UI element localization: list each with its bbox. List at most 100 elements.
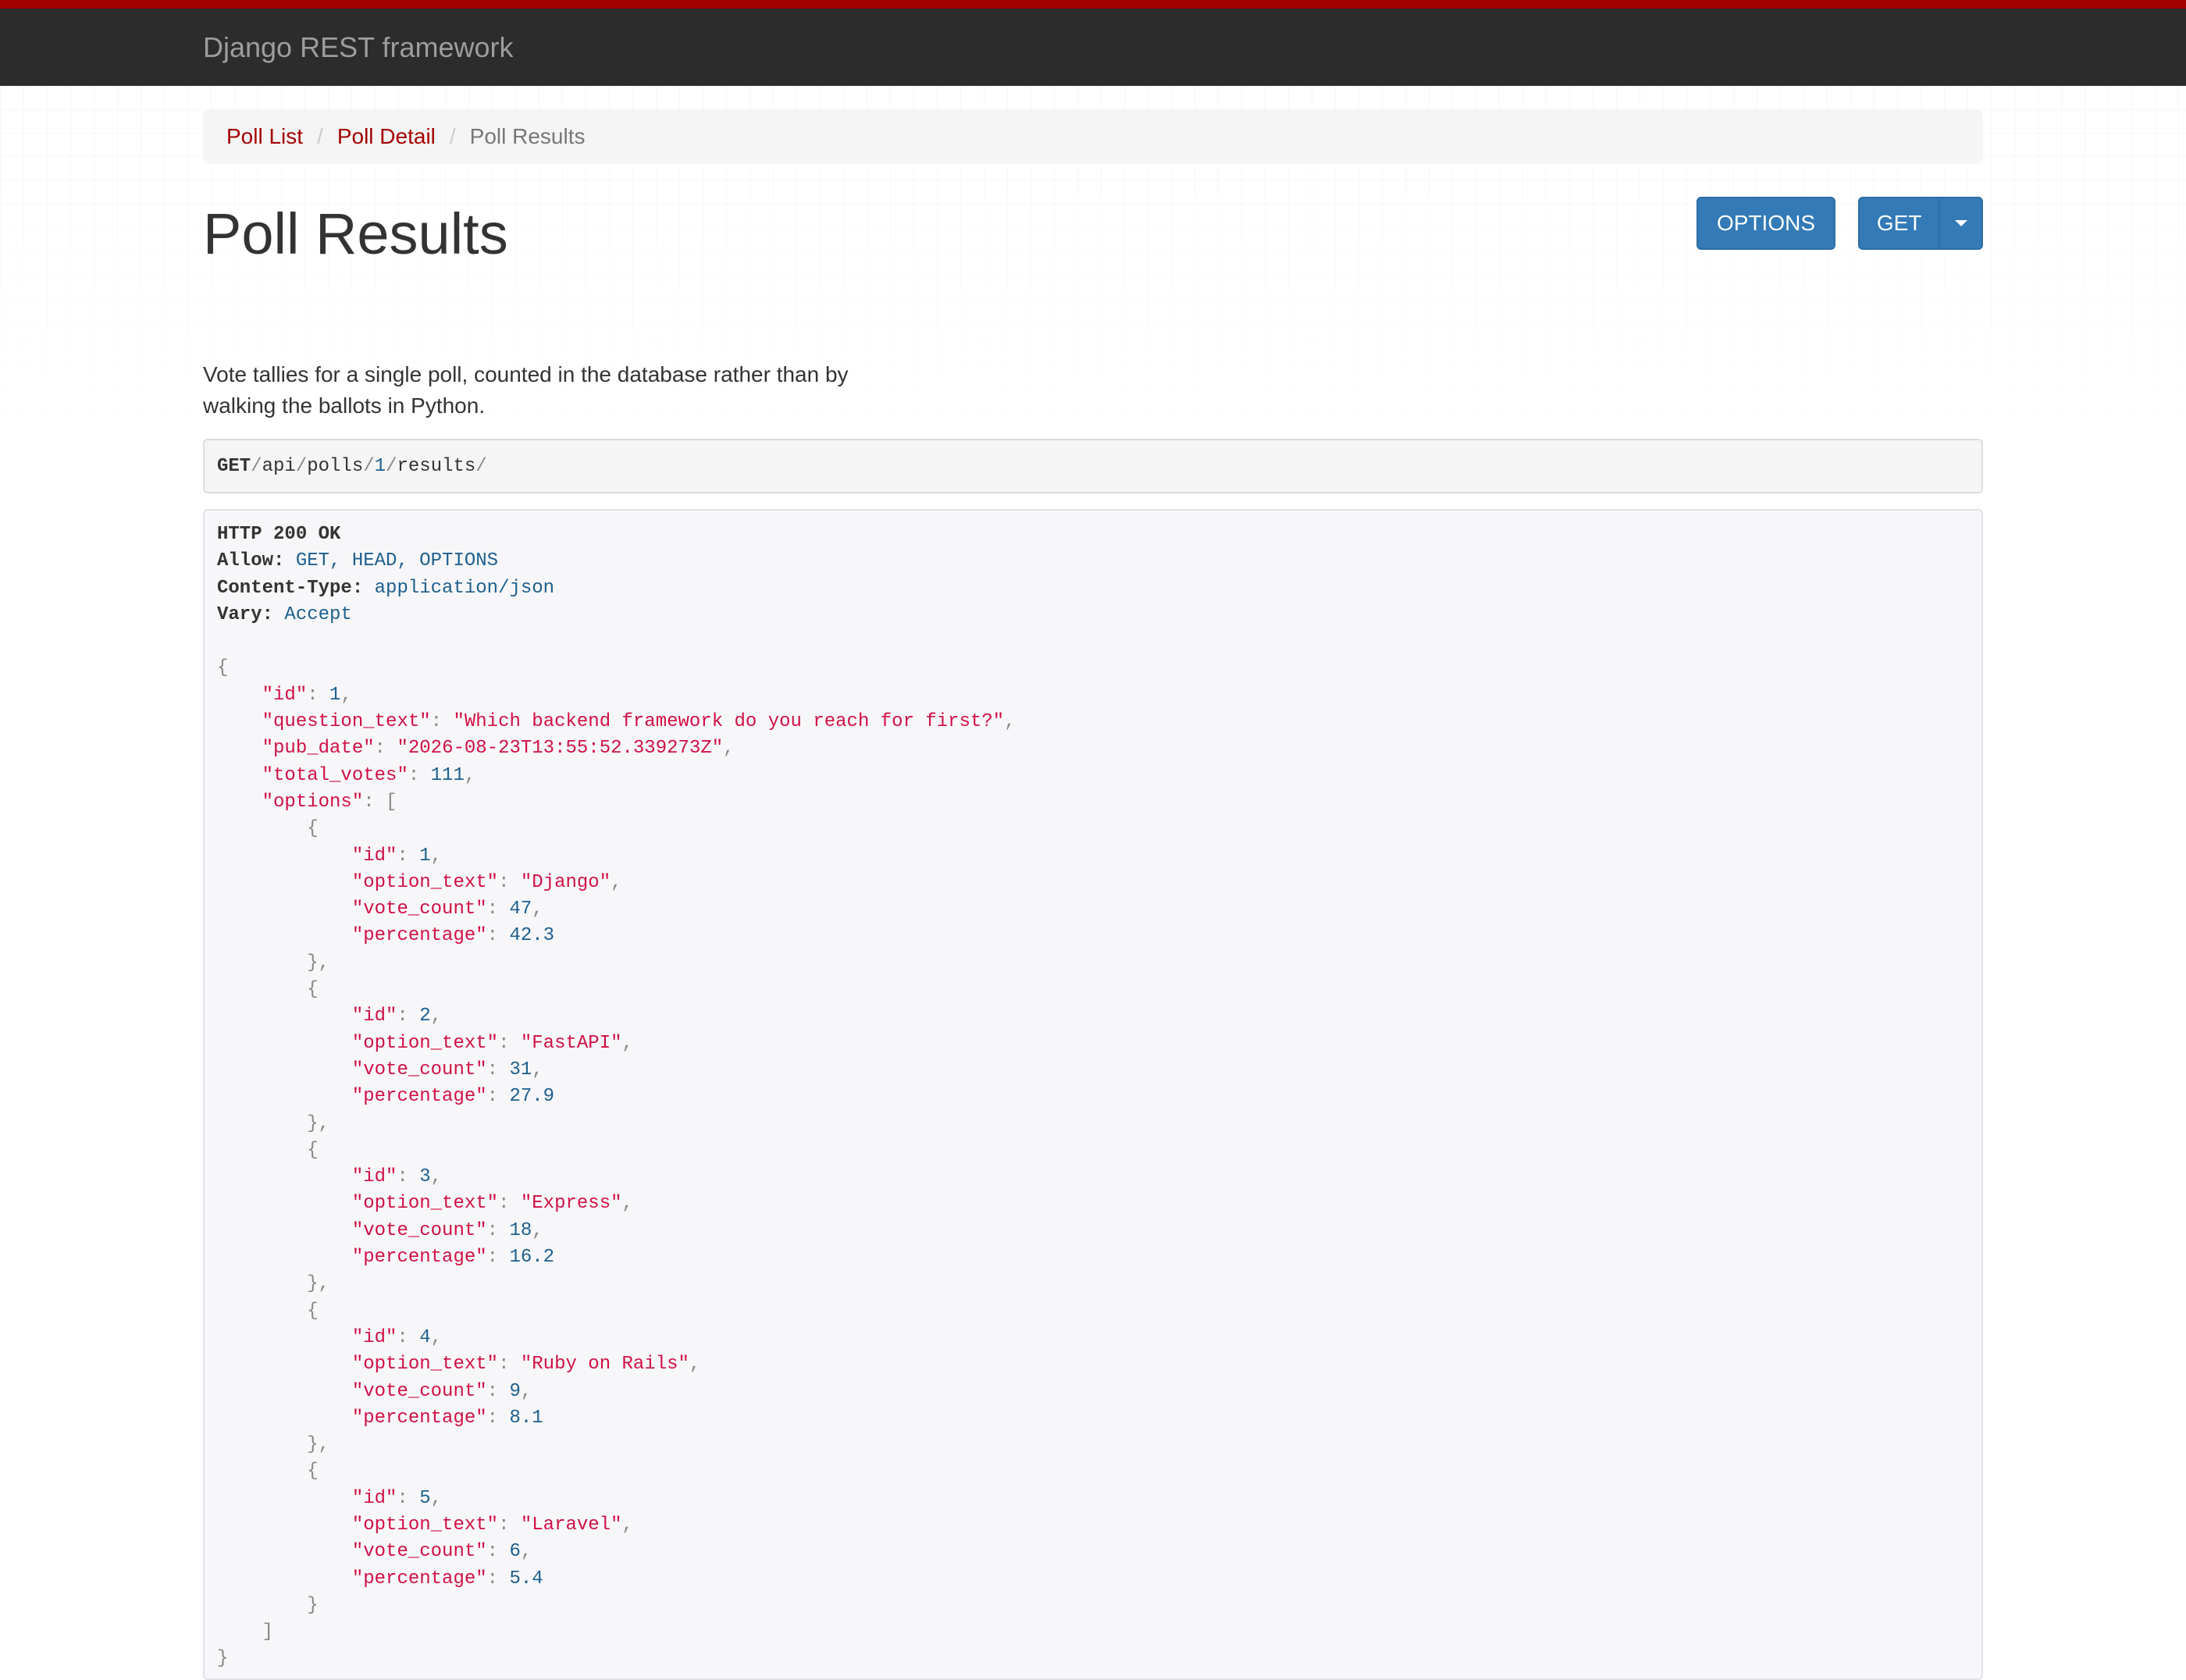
json-key: "id" (351, 1006, 397, 1027)
response-line: "percentage": 5.4 (217, 1566, 1969, 1593)
json-comma: , (532, 899, 543, 920)
json-colon: : (498, 1354, 521, 1376)
response-line: Vary: Accept (217, 602, 1969, 628)
json-key: "id" (351, 1166, 397, 1188)
json-brace: } (217, 1648, 229, 1670)
response-line: }, (217, 1111, 1969, 1137)
response-line: "option_text": "Ruby on Rails", (217, 1351, 1969, 1378)
json-key: "option_text" (351, 1354, 499, 1376)
json-key: "option_text" (351, 1193, 499, 1215)
json-number: 27.9 (509, 1086, 555, 1108)
json-comma: , (621, 1193, 633, 1215)
request-path-segment[interactable]: results (397, 456, 475, 477)
request-path: /api/polls/1/results/ (251, 456, 487, 477)
json-string: "Express" (520, 1193, 622, 1215)
navbar-brand[interactable]: Django REST framework (203, 30, 513, 65)
response-line: "option_text": "Laravel", (217, 1512, 1969, 1539)
breadcrumb: Poll List / Poll Detail / Poll Results (203, 109, 1983, 164)
json-comma: , (723, 738, 735, 760)
response-header-value: Accept (284, 603, 352, 625)
breadcrumb-separator: / (317, 124, 323, 148)
request-path-segment[interactable]: api (262, 456, 296, 477)
response-line: HTTP 200 OK (217, 521, 1969, 548)
options-button[interactable]: OPTIONS (1696, 197, 1835, 250)
response-line: "question_text": "Which backend framewor… (217, 709, 1969, 735)
request-path-segment[interactable]: 1 (375, 456, 386, 477)
json-brace: { (307, 1461, 319, 1482)
response-line: "vote_count": 31, (217, 1057, 1969, 1084)
json-comma: , (430, 1326, 443, 1348)
json-key: "question_text" (262, 711, 431, 733)
response-line: { (217, 1298, 1969, 1325)
response-line: "percentage": 42.3 (217, 923, 1969, 949)
json-comma: , (1004, 711, 1016, 733)
json-key: "id" (351, 1487, 397, 1509)
json-key: "id" (262, 684, 308, 706)
json-number: 9 (509, 1380, 521, 1402)
json-key: "id" (351, 845, 397, 867)
json-string: "FastAPI" (520, 1032, 622, 1054)
request-path-segment: / (295, 455, 308, 477)
json-colon: : (397, 1006, 420, 1027)
json-number: 47 (509, 899, 532, 920)
response-header-name: Allow: (217, 550, 285, 572)
json-colon: : (486, 899, 510, 920)
json-key: "percentage" (351, 1568, 487, 1589)
json-number: 111 (430, 764, 465, 786)
json-string: "Which backend framework do you reach fo… (453, 711, 1005, 733)
response-line: "pub_date": "2026-08-23T13:55:52.339273Z… (217, 735, 1969, 762)
response-line: "vote_count": 9, (217, 1379, 1969, 1405)
json-key: "percentage" (351, 925, 487, 947)
json-colon: : (498, 1193, 521, 1215)
json-bracket: ] (262, 1621, 274, 1643)
json-key: "options" (262, 791, 364, 813)
response-line: "option_text": "Express", (217, 1191, 1969, 1217)
response-line: }, (217, 950, 1969, 977)
response-line: Content-Type: application/json (217, 575, 1969, 602)
breadcrumb-link-poll-list[interactable]: Poll List (226, 124, 303, 149)
json-number: 31 (509, 1059, 532, 1080)
json-comma: , (532, 1219, 543, 1241)
json-string: "Laravel" (520, 1514, 622, 1536)
json-comma: , (621, 1514, 633, 1536)
request-path-segment[interactable]: polls (307, 456, 363, 477)
json-number: 1 (329, 684, 341, 706)
json-string: "2026-08-23T13:55:52.339273Z" (397, 738, 724, 760)
response-line: "vote_count": 6, (217, 1539, 1969, 1565)
json-number: 4 (419, 1326, 431, 1348)
json-comma: , (520, 1380, 532, 1402)
json-colon: : (486, 1541, 510, 1563)
response-line: "vote_count": 18, (217, 1218, 1969, 1244)
json-brace: { (307, 979, 319, 1001)
json-brace: { (217, 657, 229, 679)
json-brace: }, (307, 1434, 330, 1456)
breadcrumb-link-poll-detail[interactable]: Poll Detail (337, 124, 436, 149)
json-number: 2 (419, 1006, 431, 1027)
get-format-dropdown-toggle[interactable] (1940, 198, 1981, 248)
response-header-value: GET, HEAD, OPTIONS (295, 550, 499, 572)
json-colon: : (397, 1487, 420, 1509)
json-colon: : (397, 1326, 420, 1348)
json-colon: : (486, 1380, 510, 1402)
get-button[interactable]: GET (1860, 198, 1941, 248)
request-path-segment: / (475, 455, 487, 477)
json-colon: : (486, 1059, 510, 1080)
request-path-segment: / (251, 455, 262, 477)
json-brace: { (307, 1300, 319, 1322)
json-number: 1 (419, 845, 431, 867)
